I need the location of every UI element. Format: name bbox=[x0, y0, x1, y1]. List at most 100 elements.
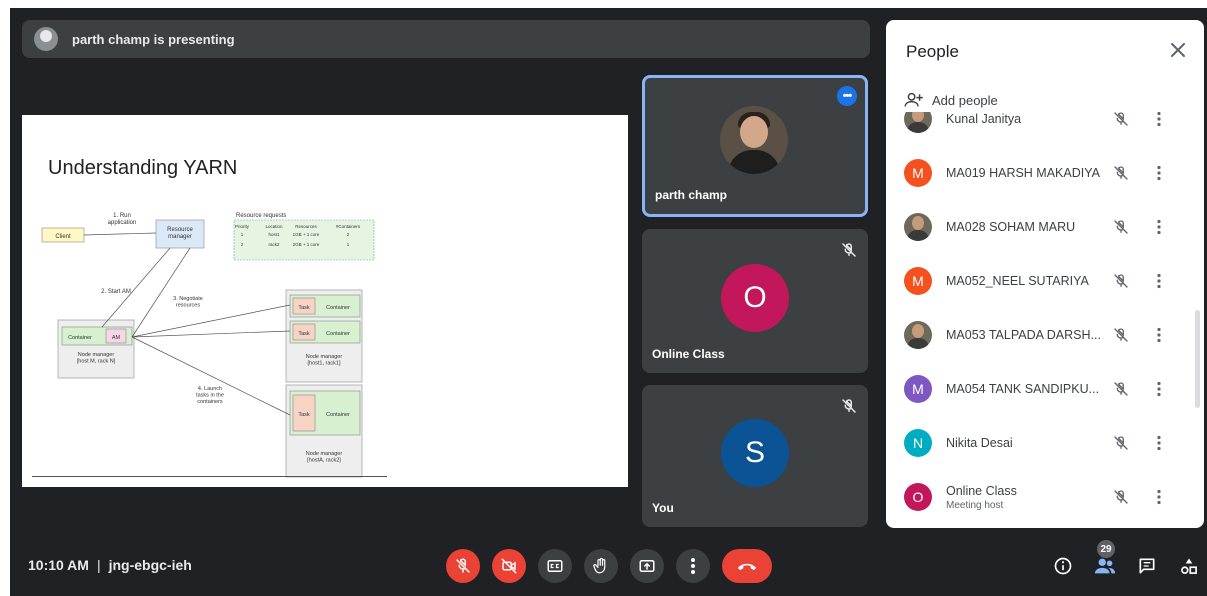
more-vert-icon[interactable] bbox=[1156, 273, 1162, 289]
more-vert-icon[interactable] bbox=[1156, 489, 1162, 505]
participant-avatar bbox=[904, 112, 932, 133]
people-icon bbox=[1094, 558, 1116, 574]
participant-avatar: M bbox=[904, 159, 932, 187]
table-cell: host1 bbox=[268, 232, 280, 237]
participant-row[interactable]: M MA019 HARSH MAKADIYA bbox=[886, 146, 1190, 200]
participant-name-text: MA028 SOHAM MARU bbox=[946, 220, 1076, 234]
participant-row[interactable]: M MA054 TANK SANDIPKU... bbox=[886, 362, 1190, 416]
people-title: People bbox=[906, 42, 959, 61]
more-vert-icon bbox=[691, 558, 695, 574]
more-options-button[interactable] bbox=[676, 549, 710, 583]
camera-off-icon bbox=[501, 558, 517, 574]
participant-name-text: Kunal Janitya bbox=[946, 112, 1022, 126]
presenting-text: parth champ is presenting bbox=[72, 31, 235, 47]
mic-off-icon bbox=[456, 558, 470, 573]
participant-avatar bbox=[904, 321, 932, 349]
participant-row[interactable]: M MA052_NEEL SUTARIYA bbox=[886, 254, 1190, 308]
mic-off-icon bbox=[1114, 328, 1128, 342]
participant-name: Kunal Janitya bbox=[946, 112, 1021, 126]
scrollbar[interactable] bbox=[1195, 310, 1200, 408]
node-manager-a-label: [hostA, rack2] bbox=[307, 458, 341, 464]
mic-off-icon bbox=[1114, 490, 1128, 504]
more-vert-icon[interactable] bbox=[1156, 327, 1162, 343]
close-icon[interactable] bbox=[1166, 38, 1190, 62]
node-manager-a-label: Node manager bbox=[306, 451, 343, 457]
tile-name: You bbox=[652, 501, 674, 515]
participant-avatar: O bbox=[904, 483, 932, 511]
participant-tile-parth-champ[interactable]: ••• parth champ bbox=[642, 75, 868, 217]
participant-name: Nikita Desai bbox=[946, 436, 1013, 450]
meeting-code: jng-ebgc-ieh bbox=[108, 557, 192, 573]
tile-name: Online Class bbox=[652, 347, 725, 361]
participant-name-text: MA054 TANK SANDIPKU... bbox=[946, 382, 1100, 396]
participant-name: MA019 HARSH MAKADIYA bbox=[946, 166, 1100, 180]
more-vert-icon[interactable] bbox=[1156, 112, 1162, 127]
meeting-details-button[interactable] bbox=[1049, 552, 1077, 580]
more-vert-icon[interactable] bbox=[1156, 165, 1162, 181]
more-vert-icon[interactable] bbox=[1156, 381, 1162, 397]
participant-row[interactable]: O Online Class Meeting host bbox=[886, 470, 1190, 524]
present-button[interactable] bbox=[630, 549, 664, 583]
presenting-bar: parth champ is presenting bbox=[22, 20, 870, 58]
container-label: Container bbox=[326, 412, 350, 418]
participant-avatar: N bbox=[904, 429, 932, 457]
table-header: Priority bbox=[235, 224, 250, 229]
activities-button[interactable] bbox=[1175, 552, 1203, 580]
add-person-icon bbox=[904, 92, 923, 107]
add-people-button[interactable]: Add people bbox=[904, 92, 998, 108]
node-manager-1-label: Node manager bbox=[306, 354, 343, 360]
camera-button[interactable] bbox=[492, 549, 526, 583]
leave-call-button[interactable] bbox=[722, 549, 772, 583]
presentation-slide: Understanding YARN Client Resource manager… bbox=[22, 115, 628, 487]
participant-name-text: Online Class bbox=[946, 483, 1017, 498]
microphone-button[interactable] bbox=[446, 549, 480, 583]
task-label: Task bbox=[298, 331, 310, 337]
run-application-label: 1. Run bbox=[113, 213, 131, 219]
start-am-label: 2. Start AM bbox=[101, 289, 131, 295]
captions-button[interactable] bbox=[538, 549, 572, 583]
container-label: Container bbox=[68, 335, 92, 341]
table-header: #Containers bbox=[336, 224, 361, 229]
chat-icon bbox=[1139, 558, 1155, 574]
people-button[interactable]: 29 bbox=[1091, 540, 1119, 580]
chat-button[interactable] bbox=[1133, 552, 1161, 580]
table-cell: 1GB + 1 core bbox=[293, 232, 320, 237]
mic-off-icon bbox=[842, 399, 856, 413]
meeting-time: 10:10 AM bbox=[28, 557, 89, 573]
participant-name: MA053 TALPADA DARSH... bbox=[946, 328, 1101, 342]
task-label: Task bbox=[298, 305, 310, 311]
more-vert-icon[interactable] bbox=[1156, 435, 1162, 451]
participant-tile-you[interactable]: S You bbox=[642, 385, 868, 527]
arrow-line bbox=[83, 232, 157, 236]
side-controls: 29 bbox=[1035, 540, 1207, 580]
participant-row[interactable]: MA028 SOHAM MARU bbox=[886, 200, 1190, 254]
resource-manager-label: manager bbox=[168, 234, 192, 240]
presenter-avatar bbox=[34, 27, 58, 51]
node-manager-m-label: [host M, rack N] bbox=[77, 359, 116, 365]
yarn-diagram: Client Resourcemanager 1. Runapplication Re… bbox=[41, 213, 375, 478]
participant-name-text: Nikita Desai bbox=[946, 436, 1013, 450]
participant-avatar: M bbox=[904, 267, 932, 295]
tile-name: parth champ bbox=[655, 188, 728, 202]
mic-off-icon bbox=[1114, 220, 1128, 234]
participant-avatar: O bbox=[721, 264, 789, 332]
more-vert-icon[interactable] bbox=[1156, 219, 1162, 235]
participant-photo bbox=[720, 106, 788, 174]
table-cell: rack2 bbox=[268, 242, 280, 247]
participant-row[interactable]: Kunal Janitya bbox=[886, 112, 1190, 146]
run-application-label: application bbox=[108, 220, 137, 226]
participant-tile-online-class[interactable]: O Online Class bbox=[642, 229, 868, 373]
mic-off-icon bbox=[1114, 166, 1128, 180]
participant-row[interactable]: MA053 TALPADA DARSH... bbox=[886, 308, 1190, 362]
raise-hand-button[interactable] bbox=[584, 549, 618, 583]
container-label: Container bbox=[326, 331, 350, 337]
am-label: AM bbox=[112, 335, 121, 341]
participant-name-text: MA052_NEEL SUTARIYA bbox=[946, 274, 1089, 288]
task-label: Task bbox=[298, 412, 310, 418]
meet-window: parth champ is presenting Understanding … bbox=[10, 8, 1207, 596]
call-controls bbox=[446, 549, 784, 583]
participant-name: MA052_NEEL SUTARIYA bbox=[946, 274, 1089, 288]
participant-row[interactable]: N Nikita Desai bbox=[886, 416, 1190, 470]
participants-count-badge: 29 bbox=[1097, 540, 1115, 558]
more-options-icon[interactable]: ••• bbox=[837, 86, 857, 106]
